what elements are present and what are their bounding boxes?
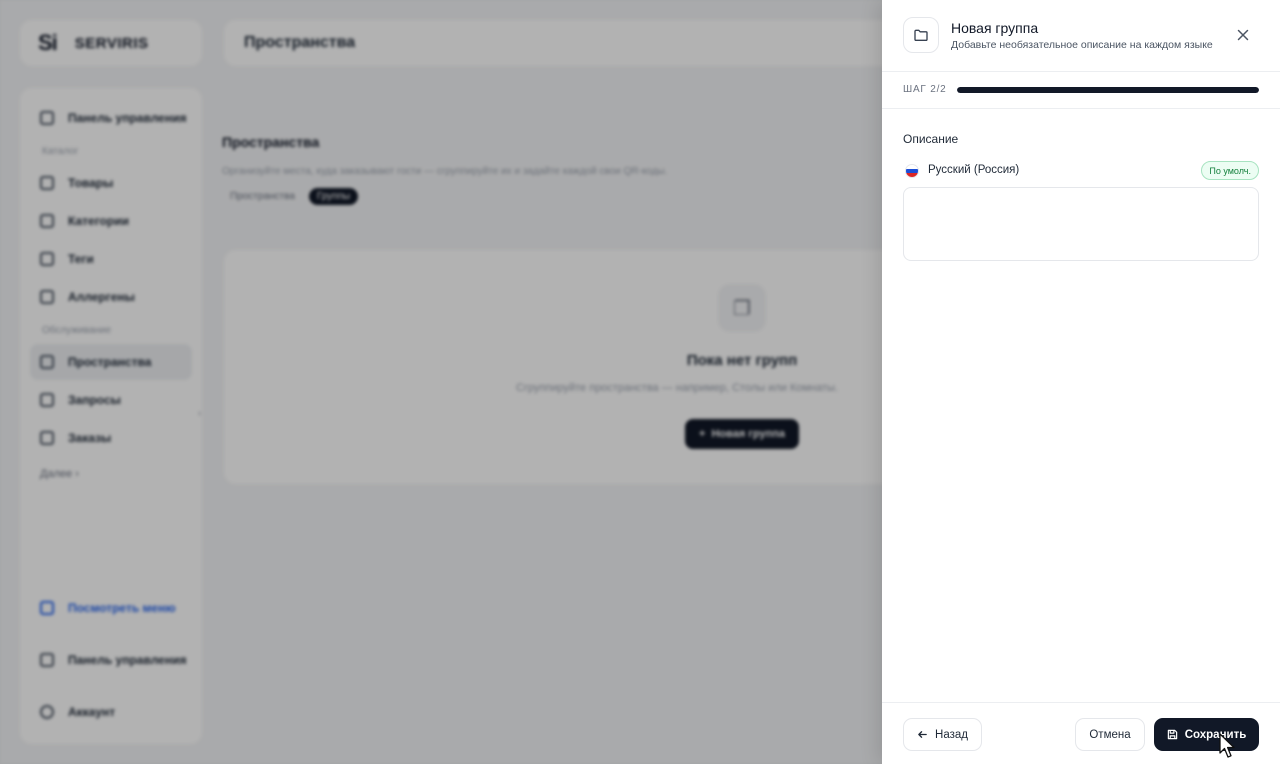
step-progress-bar [957,87,1259,93]
step-label: ШАГ 2/2 [903,84,947,95]
russia-flag-icon [905,164,919,178]
new-group-drawer: Новая группа Добавьте необязательное опи… [882,0,1280,764]
close-icon [1237,29,1249,41]
mouse-cursor-icon [1219,733,1235,758]
language-row: Русский (Россия) По умолч. [903,161,1259,181]
drawer-subtitle: Добавьте необязательное описание на кажд… [951,39,1213,51]
drawer-title: Новая группа [951,20,1039,36]
save-button-label: Сохранить [1184,728,1247,741]
language-name: Русский (Россия) [928,164,1020,176]
step-progress-fill [957,87,1259,93]
step-indicator: ШАГ 2/2 [882,72,1280,109]
save-icon [1167,729,1177,740]
drawer-header: Новая группа Добавьте необязательное опи… [882,0,1280,72]
save-button[interactable]: Сохранить [1154,718,1259,751]
cancel-button[interactable]: Отмена [1075,718,1145,751]
folder-icon [903,17,939,53]
back-button[interactable]: Назад [903,718,982,751]
default-language-badge: По умолч. [1201,161,1259,180]
close-button[interactable] [1234,26,1252,44]
description-label: Описание [903,132,959,146]
back-button-label: Назад [935,728,968,741]
cancel-button-label: Отмена [1089,728,1131,741]
arrow-left-icon [918,731,927,738]
description-input[interactable] [903,187,1259,261]
